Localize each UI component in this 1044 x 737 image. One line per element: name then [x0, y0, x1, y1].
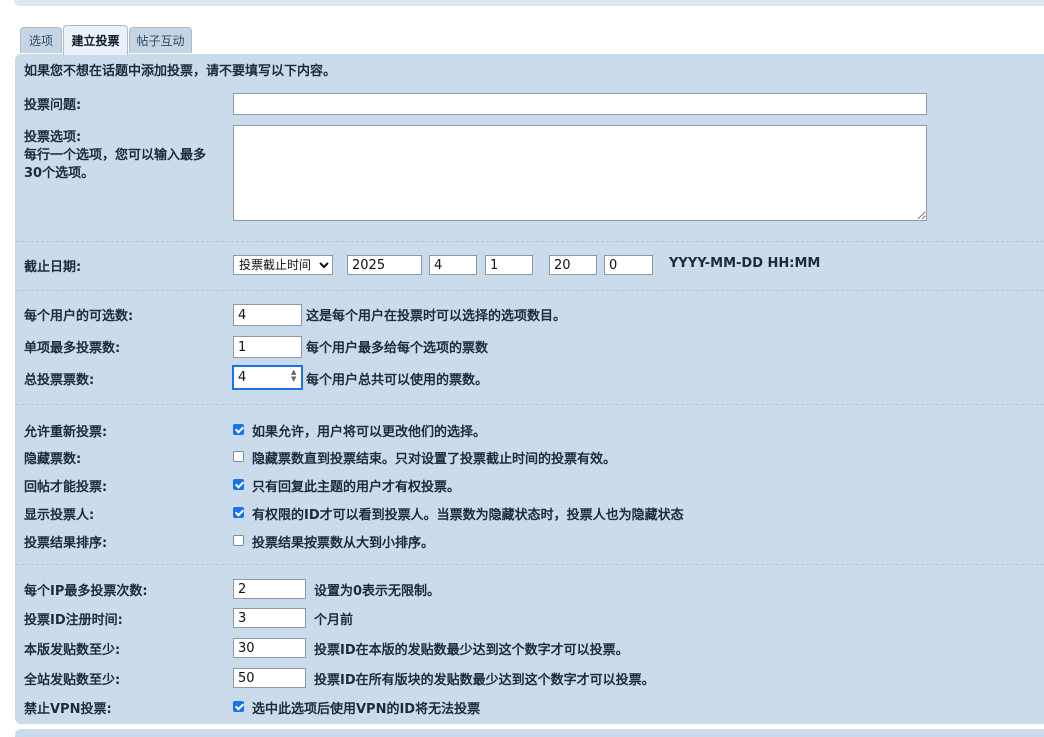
total-votes-stepper[interactable]: ▲▼	[232, 365, 303, 390]
deadline-format-hint: YYYY-MM-DD HH:MM	[669, 256, 821, 271]
sort-results-text: 投票结果按票数从大到小排序。	[252, 536, 435, 551]
sort-results-checkbox[interactable]	[233, 535, 244, 546]
max-votes-per-option-hint: 每个用户最多给每个选项的票数	[306, 341, 489, 356]
hide-counts-label: 隐藏票数:	[24, 452, 82, 467]
hide-counts-text: 隐藏票数直到投票结束。只对设置了投票截止时间的投票有效。	[252, 452, 617, 467]
registration-age-hint: 个月前	[314, 613, 354, 628]
section-divider	[16, 290, 1044, 291]
choices-per-user-hint: 这是每个用户在投票时可以选择的选项数目。	[306, 309, 567, 324]
tab-create-poll[interactable]: 建立投票	[63, 25, 128, 55]
show-voters-label: 显示投票人:	[24, 508, 95, 523]
deadline-month-input[interactable]	[429, 255, 477, 275]
board-posts-hint: 投票ID在本版的发贴数最少达到这个数字才可以投票。	[314, 643, 629, 658]
section-divider	[16, 404, 1044, 405]
stepper-arrows-icon[interactable]: ▲ ▼	[291, 369, 299, 383]
poll-options-help-line1: 每行一个选项，您可以输入最多	[24, 148, 207, 163]
poll-notice: 如果您不想在话题中添加投票，请不要填写以下内容。	[24, 64, 337, 79]
total-votes-label: 总投票票数:	[24, 373, 95, 388]
deadline-hour-input[interactable]	[549, 255, 597, 275]
site-posts-input[interactable]	[233, 668, 306, 688]
show-voters-checkbox[interactable]	[233, 507, 244, 518]
site-posts-hint: 投票ID在所有版块的发贴数最少达到这个数字才可以投票。	[314, 673, 655, 688]
deadline-mode-select[interactable]: 投票截止时间	[233, 255, 333, 275]
max-votes-per-option-input[interactable]	[233, 336, 302, 358]
top-panel-edge	[14, 0, 1044, 6]
total-votes-hint: 每个用户总共可以使用的票数。	[306, 373, 489, 388]
section-divider	[16, 241, 1044, 242]
reply-to-vote-text: 只有回复此主题的用户才有权投票。	[252, 480, 461, 495]
allow-revote-label: 允许重新投票:	[24, 425, 108, 440]
hide-counts-checkbox[interactable]	[233, 451, 244, 462]
block-vpn-label: 禁止VPN投票:	[24, 702, 112, 717]
choices-per-user-label: 每个用户的可选数:	[24, 309, 134, 324]
poll-options-help-line2: 30个选项。	[24, 166, 95, 181]
allow-revote-checkbox[interactable]	[233, 424, 244, 435]
board-posts-label: 本版发贴数至少:	[24, 643, 121, 658]
tab-post-interaction[interactable]: 帖子互动	[129, 27, 192, 53]
poll-options-textarea[interactable]	[233, 125, 927, 221]
ip-limit-input[interactable]	[233, 579, 306, 599]
reply-to-vote-checkbox[interactable]	[233, 479, 244, 490]
ip-limit-label: 每个IP最多投票次数:	[24, 584, 148, 599]
poll-options-label: 投票选项:	[24, 130, 82, 145]
block-vpn-checkbox[interactable]	[233, 701, 244, 712]
max-votes-per-option-label: 单项最多投票数:	[24, 341, 121, 356]
section-divider	[16, 564, 1044, 565]
allow-revote-text: 如果允许，用户将可以更改他们的选择。	[252, 425, 487, 440]
sort-results-label: 投票结果排序:	[24, 536, 108, 551]
next-panel-edge	[15, 729, 1044, 737]
choices-per-user-input[interactable]	[233, 304, 302, 326]
show-voters-text: 有权限的ID才可以看到投票人。当票数为隐藏状态时，投票人也为隐藏状态	[252, 508, 684, 523]
deadline-year-input[interactable]	[347, 255, 422, 275]
site-posts-label: 全站发贴数至少:	[24, 673, 121, 688]
tab-options[interactable]: 选项	[20, 27, 62, 53]
poll-question-label: 投票问题:	[24, 98, 82, 113]
ip-limit-hint: 设置为0表示无限制。	[314, 584, 441, 599]
board-posts-input[interactable]	[233, 638, 306, 658]
registration-age-input[interactable]	[233, 608, 306, 628]
deadline-minute-input[interactable]	[604, 255, 653, 275]
registration-age-label: 投票ID注册时间:	[24, 613, 123, 628]
poll-question-input[interactable]	[233, 93, 927, 115]
deadline-label: 截止日期:	[24, 260, 82, 275]
reply-to-vote-label: 回帖才能投票:	[24, 480, 108, 495]
block-vpn-text: 选中此选项后使用VPN的ID将无法投票	[252, 702, 481, 717]
deadline-day-input[interactable]	[485, 255, 533, 275]
